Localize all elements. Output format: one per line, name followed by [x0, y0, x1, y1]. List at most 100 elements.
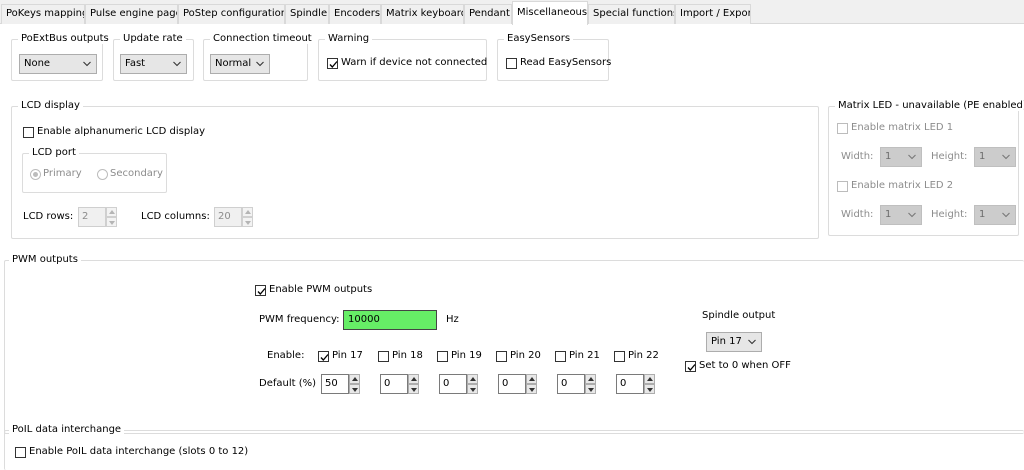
lcd-rows-label: LCD rows:: [23, 211, 74, 222]
pin-18-default-input[interactable]: 0: [380, 374, 408, 394]
tab-import-export[interactable]: Import / Export: [675, 4, 751, 24]
enable-matrix-led1-label: Enable matrix LED 1: [851, 122, 954, 133]
spin-up-icon[interactable]: [467, 374, 478, 384]
pin-17-checkbox[interactable]: [318, 351, 329, 362]
connection-timeout-group: Connection timeout Normal: [203, 33, 315, 81]
pin-20-default-input[interactable]: 0: [498, 374, 526, 394]
lcd-port-secondary-radio[interactable]: [97, 169, 108, 180]
pin-22-default-spinner[interactable]: [644, 374, 655, 394]
pin-20-label: Pin 20: [510, 350, 541, 361]
lcd-port-secondary-label: Secondary: [110, 168, 163, 179]
pin-18-checkbox[interactable]: [378, 351, 389, 362]
spin-up-icon[interactable]: [106, 207, 117, 217]
pin-20-checkbox[interactable]: [496, 351, 507, 362]
lcd-rows-spinner[interactable]: [106, 207, 117, 227]
spin-up-icon[interactable]: [644, 374, 655, 384]
pin-19-checkbox[interactable]: [437, 351, 448, 362]
miscellaneous-panel: PoExtBus outputs None Update rate Fast C…: [0, 24, 1024, 470]
spin-down-icon[interactable]: [467, 384, 478, 394]
lcd-port-group: LCD port Primary Secondary: [22, 147, 167, 193]
set-zero-when-off-checkbox[interactable]: [685, 361, 696, 372]
led2-width-label: Width:: [841, 209, 874, 220]
spin-up-icon[interactable]: [242, 207, 253, 217]
enable-matrix-led2-checkbox[interactable]: [837, 181, 848, 192]
read-easysensors-checkbox[interactable]: [506, 58, 517, 69]
tab-matrix-keyboard[interactable]: Matrix keyboard: [381, 4, 464, 24]
pin-21-default-input[interactable]: 0: [557, 374, 585, 394]
pin-17-label: Pin 17: [332, 350, 363, 361]
tab-special-functions[interactable]: Special functions: [588, 4, 675, 24]
poextbus-group: PoExtBus outputs None: [11, 33, 112, 81]
tab-miscellaneous[interactable]: Miscellaneous: [512, 1, 588, 25]
lcd-columns-spinner[interactable]: [242, 207, 253, 227]
led1-width-value: 1: [885, 151, 892, 162]
led2-height-select[interactable]: 1: [974, 205, 1016, 225]
spin-down-icon[interactable]: [585, 384, 596, 394]
spin-up-icon[interactable]: [526, 374, 537, 384]
poextbus-legend: PoExtBus outputs: [18, 33, 112, 44]
spin-down-icon[interactable]: [349, 384, 360, 394]
enable-pwm-checkbox[interactable]: [255, 285, 266, 296]
led2-width-select[interactable]: 1: [880, 205, 922, 225]
tab-postep-configuration[interactable]: PoStep configuration: [178, 4, 285, 24]
spin-down-icon[interactable]: [644, 384, 655, 394]
spin-up-icon[interactable]: [585, 374, 596, 384]
enable-matrix-led2-label: Enable matrix LED 2: [851, 180, 954, 191]
pwm-frequency-input[interactable]: 10000: [343, 310, 437, 330]
pin-22-default-input[interactable]: 0: [616, 374, 644, 394]
update-rate-select[interactable]: Fast: [120, 54, 187, 74]
pin-17-default-spinner[interactable]: [349, 374, 360, 394]
lcd-port-primary-radio[interactable]: [30, 169, 41, 180]
easysensors-group: EasySensors Read EasySensors: [497, 33, 611, 81]
spin-down-icon[interactable]: [408, 384, 419, 394]
pin-18-label: Pin 18: [392, 350, 423, 361]
spindle-output-label: Spindle output: [702, 310, 776, 321]
pin-21-default-spinner[interactable]: [585, 374, 596, 394]
pin-22-checkbox[interactable]: [614, 351, 625, 362]
spin-up-icon[interactable]: [408, 374, 419, 384]
pin-19-label: Pin 19: [451, 350, 482, 361]
led1-height-value: 1: [979, 151, 986, 162]
pin-19-default-input[interactable]: 0: [439, 374, 467, 394]
pin-20-default-spinner[interactable]: [526, 374, 537, 394]
poextbus-select[interactable]: None: [19, 54, 97, 74]
enable-lcd-label: Enable alphanumeric LCD display: [37, 126, 206, 137]
spin-down-icon[interactable]: [242, 217, 253, 227]
tab-spindle[interactable]: Spindle: [285, 4, 329, 24]
checkmark-icon: [687, 364, 696, 371]
chevron-down-icon: [83, 61, 91, 67]
poil-legend: PoIL data interchange: [9, 424, 125, 435]
led1-width-select[interactable]: 1: [880, 147, 922, 167]
warn-not-connected-checkbox[interactable]: [327, 58, 338, 69]
enable-poil-label: Enable PoIL data interchange (slots 0 to…: [29, 446, 249, 457]
enable-pwm-label: Enable PWM outputs: [269, 284, 373, 295]
enable-poil-checkbox[interactable]: [15, 447, 26, 458]
connection-timeout-select[interactable]: Normal: [210, 54, 270, 74]
enable-matrix-led1-checkbox[interactable]: [837, 123, 848, 134]
lcd-columns-input[interactable]: 20: [214, 207, 242, 227]
chevron-down-icon: [908, 212, 916, 218]
led2-width-value: 1: [885, 209, 892, 220]
enable-lcd-checkbox[interactable]: [23, 127, 34, 138]
update-rate-value: Fast: [125, 58, 146, 69]
pin-21-checkbox[interactable]: [555, 351, 566, 362]
tab-encoders[interactable]: Encoders: [329, 4, 381, 24]
lcd-display-group: LCD display Enable alphanumeric LCD disp…: [11, 100, 819, 239]
led1-height-label: Height:: [931, 151, 968, 162]
tab-pulse-engine-page[interactable]: Pulse engine page: [85, 4, 178, 24]
spindle-output-select[interactable]: Pin 17: [706, 332, 762, 352]
lcd-rows-input[interactable]: 2: [78, 207, 106, 227]
pin-22-label: Pin 22: [628, 350, 659, 361]
spindle-output-value: Pin 17: [711, 336, 742, 347]
spin-up-icon[interactable]: [349, 374, 360, 384]
spin-down-icon[interactable]: [526, 384, 537, 394]
chevron-down-icon: [1002, 154, 1010, 160]
spin-down-icon[interactable]: [106, 217, 117, 227]
led1-height-select[interactable]: 1: [974, 147, 1016, 167]
pin-19-default-spinner[interactable]: [467, 374, 478, 394]
poil-group: PoIL data interchange Enable PoIL data i…: [4, 424, 1024, 470]
pin-18-default-spinner[interactable]: [408, 374, 419, 394]
tab-pendant[interactable]: Pendant: [464, 4, 512, 24]
pin-17-default-input[interactable]: 50: [321, 374, 349, 394]
tab-pokeys-mapping[interactable]: PoKeys mapping: [1, 4, 85, 24]
